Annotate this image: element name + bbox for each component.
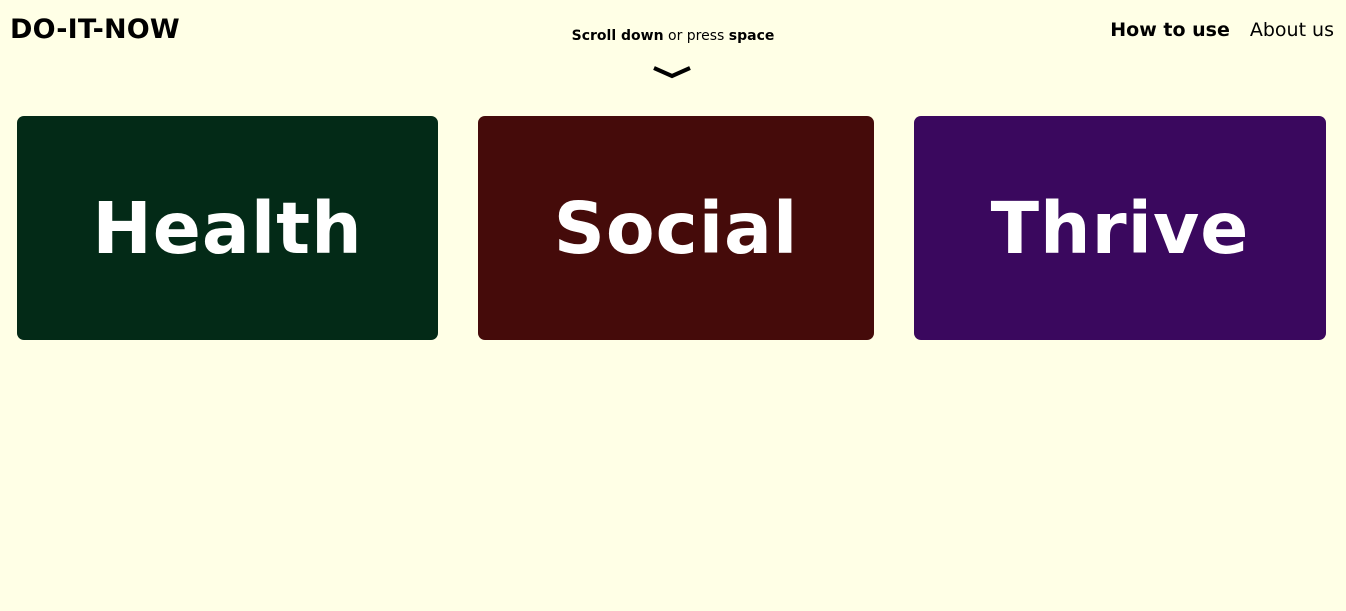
- category-card-social[interactable]: Social: [478, 116, 874, 340]
- category-card-health[interactable]: Health: [17, 116, 438, 340]
- category-card-label: Thrive: [990, 186, 1250, 270]
- top-nav: How to use About us: [1110, 17, 1334, 43]
- category-card-thrive[interactable]: Thrive: [914, 116, 1326, 340]
- category-card-label: Social: [553, 186, 799, 270]
- scroll-hint-connector: or press: [663, 28, 729, 44]
- scroll-hint-key: space: [728, 28, 775, 44]
- category-card-label: Health: [92, 186, 363, 270]
- chevron-down-icon[interactable]: [651, 63, 693, 81]
- scroll-hint-action: Scroll down: [571, 28, 664, 44]
- nav-about-us[interactable]: About us: [1250, 17, 1334, 43]
- nav-how-to-use[interactable]: How to use: [1110, 17, 1230, 43]
